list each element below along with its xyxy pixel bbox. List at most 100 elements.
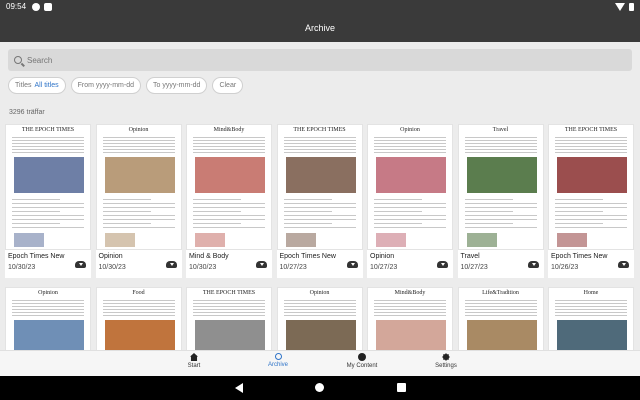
issue-card[interactable]: THE EPOCH TIMES Epoch Times New 10/27/23 (276, 124, 363, 278)
issue-cover[interactable]: Opinion (367, 124, 453, 250)
notification-icon (44, 2, 53, 11)
issue-cover[interactable]: THE EPOCH TIMES (548, 124, 634, 250)
issue-cover[interactable]: Travel (457, 124, 544, 250)
issue-title: Opinion (370, 253, 395, 260)
system-navigation-bar (0, 376, 640, 400)
cover-masthead: Opinion (38, 290, 58, 296)
cover-text-line (283, 309, 356, 310)
issue-date: 10/27/23 (370, 264, 398, 271)
issue-card[interactable]: THE EPOCH TIMES Epoch Times New 10/26/23 (548, 124, 634, 278)
cover-text-line (283, 300, 356, 301)
cover-text-line (12, 300, 84, 301)
nav-archive[interactable]: Archive (248, 353, 308, 368)
titles-filter-label: Titles (15, 82, 32, 89)
titles-filter-chip[interactable]: Titles All titles (8, 77, 66, 94)
cover-text-line (193, 219, 265, 220)
cover-text-line (283, 227, 356, 228)
cover-photo (376, 157, 446, 193)
cover-masthead: Food (132, 290, 145, 296)
issue-cover[interactable]: THE EPOCH TIMES (5, 124, 91, 250)
cloud-download-icon[interactable] (256, 261, 267, 268)
to-date-field[interactable]: To yyyy-mm-dd (145, 77, 208, 94)
issue-title: Opinion (98, 253, 123, 260)
cover-masthead: Travel (492, 127, 509, 133)
issue-title: Mind & Body (189, 253, 229, 260)
cloud-download-icon[interactable] (346, 261, 358, 268)
cover-text-line (555, 211, 603, 212)
cover-text-line (374, 211, 422, 212)
cover-text-line (12, 199, 60, 200)
cover-text-line (12, 203, 84, 204)
cover-text-line (193, 207, 265, 208)
issue-date: 10/27/23 (279, 264, 307, 271)
cover-text-line (464, 137, 537, 138)
cover-text-line (464, 199, 513, 200)
cloud-download-icon[interactable] (527, 261, 539, 268)
nav-start[interactable]: Start (164, 353, 224, 369)
search-input[interactable] (27, 55, 587, 65)
cover-text-line (555, 300, 627, 301)
nav-my-content[interactable]: My Content (332, 353, 392, 369)
nav-settings-label: Settings (435, 363, 457, 369)
cover-text-line (283, 312, 356, 313)
cover-photo (285, 233, 316, 247)
cover-text-line (12, 315, 84, 316)
cover-masthead: Mind&Body (213, 127, 245, 133)
search-bar[interactable] (8, 49, 632, 71)
cloud-download-icon[interactable] (165, 261, 177, 268)
cloud-download-icon[interactable] (75, 261, 86, 268)
issue-date: 10/27/23 (460, 264, 488, 271)
home-icon (190, 353, 198, 361)
issue-card[interactable]: Travel Travel 10/27/23 (457, 124, 544, 278)
battery-icon (629, 2, 634, 11)
issue-cover[interactable]: Mind&Body (186, 124, 272, 250)
cover-text-line (102, 199, 151, 200)
cover-text-line (102, 143, 175, 144)
cover-text-line (464, 143, 537, 144)
cover-text-line (374, 137, 446, 138)
clear-button[interactable]: Clear (212, 77, 244, 94)
cover-text-line (102, 306, 175, 307)
cloud-download-icon[interactable] (618, 261, 629, 268)
issue-title: Travel (460, 253, 480, 260)
cover-text-line (464, 211, 513, 212)
issue-title: Epoch Times New (279, 253, 336, 260)
issue-date: 10/30/23 (8, 264, 36, 271)
issue-cover[interactable]: Opinion (95, 124, 182, 250)
result-count: 3296 träffar (9, 109, 45, 116)
issue-card[interactable]: THE EPOCH TIMES Epoch Times New 10/30/23 (5, 124, 91, 278)
from-date-placeholder: From yyyy-mm-dd (77, 82, 134, 89)
issue-card[interactable]: Opinion Opinion 10/27/23 (367, 124, 453, 278)
cover-text-line (193, 203, 265, 204)
cover-text-line (283, 303, 356, 304)
cover-text-line (12, 219, 84, 220)
cover-text-line (12, 152, 84, 153)
home-circle-icon[interactable] (315, 383, 324, 392)
status-time: 09:54 (6, 2, 27, 11)
issue-card[interactable]: Opinion Opinion 10/30/23 (95, 124, 182, 278)
cover-text-line (283, 140, 356, 141)
cover-photo (195, 233, 225, 247)
cover-text-line (555, 215, 627, 216)
cover-text-line (464, 215, 537, 216)
cover-text-line (374, 303, 446, 304)
cover-text-line (283, 143, 356, 144)
issue-cover[interactable]: THE EPOCH TIMES (276, 124, 363, 250)
cover-text-line (555, 227, 627, 228)
cover-text-line (283, 211, 332, 212)
cover-masthead: Life&Tradition (482, 290, 519, 296)
cover-text-line (374, 149, 446, 150)
cover-text-line (102, 152, 175, 153)
cover-text-line (12, 143, 84, 144)
cover-text-line (555, 312, 627, 313)
issue-card[interactable]: Mind&Body Mind & Body 10/30/23 (186, 124, 272, 278)
cloud-download-icon[interactable] (437, 261, 448, 268)
cover-text-line (555, 149, 627, 150)
nav-settings[interactable]: Settings (416, 353, 476, 369)
recent-apps-icon[interactable] (397, 383, 406, 392)
cover-text-line (555, 137, 627, 138)
issue-caption: Opinion 10/30/23 (96, 250, 182, 278)
back-icon[interactable] (235, 383, 243, 393)
cover-text-line (283, 146, 356, 147)
from-date-field[interactable]: From yyyy-mm-dd (70, 77, 141, 94)
